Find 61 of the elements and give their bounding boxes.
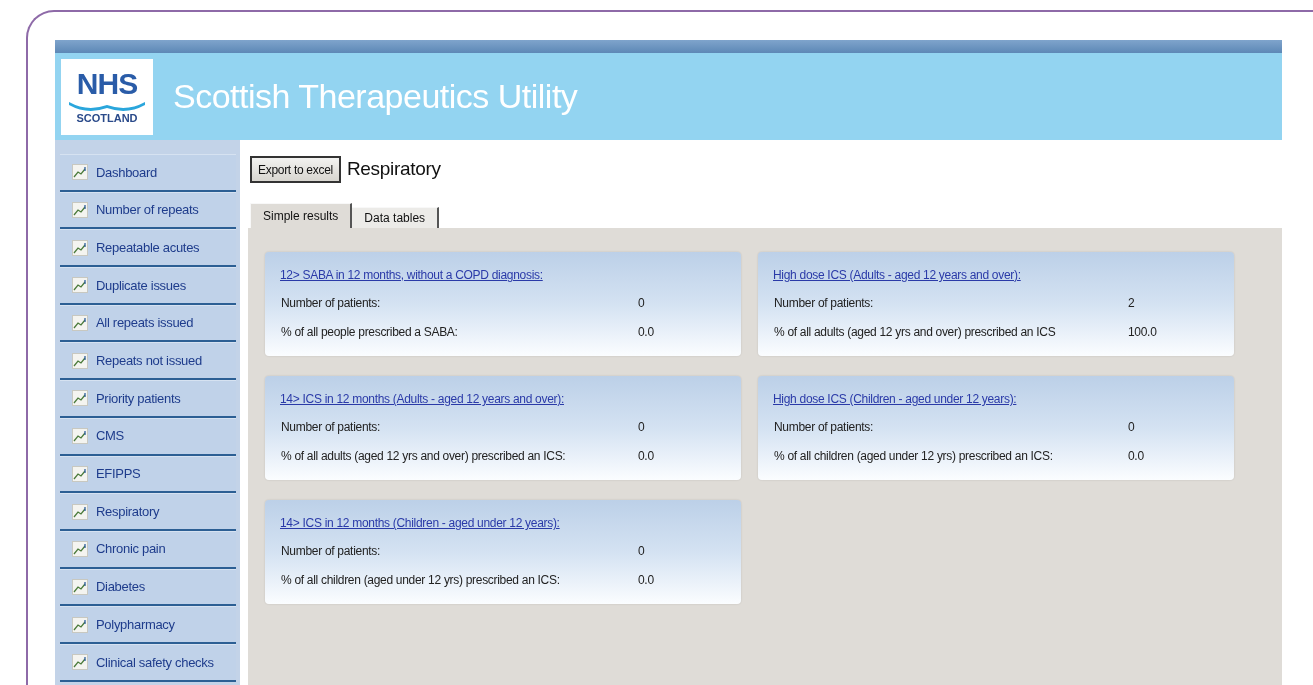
chart-icon <box>72 239 88 256</box>
sidebar-item[interactable]: Duplicate issues <box>60 267 236 305</box>
sidebar-item[interactable]: Polypharmacy <box>60 606 236 644</box>
sidebar-item[interactable]: Repeatable acutes <box>60 229 236 268</box>
metric-label: Number of patients: <box>773 295 875 312</box>
tab[interactable]: Data tables <box>352 207 440 228</box>
chart-icon <box>72 428 88 445</box>
sidebar-item[interactable]: Priority patients <box>60 380 236 418</box>
card-title-link[interactable]: High dose ICS (Children - aged under 12 years): <box>773 392 1017 406</box>
metric-label: % of all adults (aged 12 yrs and over) prescribed an ICS: <box>280 448 567 465</box>
metric-label: Number of patients: <box>773 419 875 436</box>
metric-label: % of all adults (aged 12 yrs and over) prescribed an ICS <box>773 324 1057 341</box>
sidebar-item[interactable]: EFIPPS <box>60 455 236 494</box>
sidebar-item[interactable]: Respiratory <box>60 493 236 531</box>
app-title: Scottish Therapeutics Utility <box>173 76 578 117</box>
sidebar-item[interactable]: Chronic pain <box>60 530 236 569</box>
card-title-link[interactable]: 14> ICS in 12 months (Adults - aged 12 years and over): <box>280 392 564 406</box>
metric-value: 100.0 <box>1128 324 1157 341</box>
logo-subtext: SCOTLAND <box>76 113 138 124</box>
metric-label: Number of patients: <box>280 419 382 436</box>
export-button[interactable]: Export to excel <box>250 156 341 183</box>
metric-value: 0 <box>638 543 645 560</box>
metric-value: 0 <box>1128 419 1135 436</box>
metric-label: % of all children (aged under 12 yrs) prescribed an ICS: <box>773 448 1054 465</box>
chart-icon <box>72 390 88 407</box>
metric-value: 0 <box>638 295 645 312</box>
metric-value: 0.0 <box>638 448 654 465</box>
sidebar-item[interactable]: Dashboard <box>60 154 236 192</box>
chart-icon <box>72 654 88 671</box>
chart-icon <box>72 465 88 482</box>
sidebar-item[interactable]: Clinical safety checks <box>60 643 236 682</box>
card-title-link[interactable]: 14> ICS in 12 months (Children - aged under 12 years): <box>280 516 560 530</box>
metric-label: Number of patients: <box>280 543 382 560</box>
sidebar-item[interactable]: Diabetes <box>60 568 236 607</box>
chart-icon <box>72 541 88 558</box>
chart-icon <box>72 352 88 369</box>
metric-label: % of all children (aged under 12 yrs) prescribed an ICS: <box>280 572 561 589</box>
sidebar-item[interactable]: Number of repeats <box>60 191 236 230</box>
chart-icon <box>72 164 88 181</box>
sidebar-item[interactable]: All repeats issued <box>60 304 236 343</box>
logo-text: NHS <box>76 69 138 99</box>
tab[interactable]: Simple results <box>250 203 353 228</box>
metric-label: % of all people prescribed a SABA: <box>280 324 459 341</box>
chart-icon <box>72 503 88 520</box>
chart-icon <box>72 202 88 219</box>
chart-icon <box>72 616 88 633</box>
metric-value: 0.0 <box>638 324 654 341</box>
card-title-link[interactable]: 12> SABA in 12 months, without a COPD diagnosis: <box>280 268 543 282</box>
chart-icon <box>72 277 88 294</box>
wave-icon <box>67 99 147 111</box>
page-title: Respiratory <box>346 157 441 182</box>
metric-value: 0.0 <box>638 572 654 589</box>
chart-icon <box>72 578 88 595</box>
metric-value: 0.0 <box>1128 448 1144 465</box>
metric-value: 2 <box>1128 295 1135 312</box>
chart-icon <box>72 315 88 332</box>
sidebar-item[interactable]: CMS <box>60 417 236 456</box>
sidebar-item[interactable]: Repeats not issued <box>60 342 236 381</box>
card-title-link[interactable]: High dose ICS (Adults - aged 12 years and over): <box>773 268 1021 282</box>
metric-label: Number of patients: <box>280 295 382 312</box>
metric-value: 0 <box>638 419 645 436</box>
